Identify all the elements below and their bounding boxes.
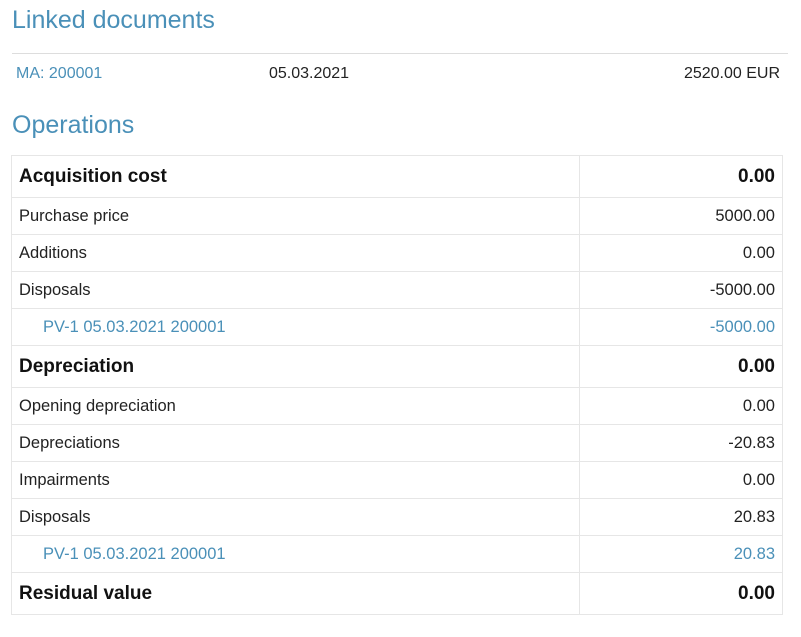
row-label: Depreciations [11, 424, 580, 462]
operations-title: Operations [12, 111, 135, 139]
table-row-purchase-price: Purchase price 5000.00 [11, 197, 783, 235]
table-row-additions: Additions 0.00 [11, 234, 783, 272]
table-row-document-link[interactable]: PV-1 05.03.2021 200001 20.83 [11, 535, 783, 573]
row-label: Acquisition cost [11, 155, 580, 198]
row-value: 0.00 [579, 387, 783, 425]
linked-document-amount: 2520.00 EUR [683, 65, 780, 82]
document-link-value: 20.83 [579, 535, 783, 573]
linked-document-link[interactable]: MA: 200001 [16, 65, 102, 83]
row-label: Residual value [11, 572, 580, 615]
table-row-opening-depreciation: Opening depreciation 0.00 [11, 387, 783, 425]
table-row-depreciation: Depreciation 0.00 [11, 345, 783, 388]
row-value: -20.83 [579, 424, 783, 462]
row-value: 0.00 [579, 155, 783, 198]
row-label: Disposals [11, 271, 580, 309]
operations-table: Acquisition cost 0.00 Purchase price 500… [11, 155, 783, 615]
table-row-acquisition-cost: Acquisition cost 0.00 [11, 155, 783, 198]
linked-document-row: MA: 200001 05.03.2021 2520.00 EUR [12, 62, 780, 86]
linked-document-date: 05.03.2021 [269, 65, 350, 82]
row-value: 20.83 [579, 498, 783, 536]
row-value: 0.00 [579, 572, 783, 615]
row-value: 0.00 [579, 461, 783, 499]
table-row-residual-value: Residual value 0.00 [11, 572, 783, 615]
divider [12, 53, 788, 54]
row-label: Opening depreciation [11, 387, 580, 425]
document-link[interactable]: PV-1 05.03.2021 200001 [43, 545, 226, 563]
linked-documents-title: Linked documents [12, 6, 215, 34]
row-label: Impairments [11, 461, 580, 499]
document-link[interactable]: PV-1 05.03.2021 200001 [43, 318, 226, 336]
row-label: Purchase price [11, 197, 580, 235]
table-row-disposals: Disposals -5000.00 [11, 271, 783, 309]
table-row-disposals-depreciation: Disposals 20.83 [11, 498, 783, 536]
row-value: -5000.00 [579, 271, 783, 309]
row-label: Additions [11, 234, 580, 272]
row-value: 0.00 [579, 234, 783, 272]
document-link-label[interactable]: PV-1 05.03.2021 200001 [11, 308, 580, 346]
document-link-label[interactable]: PV-1 05.03.2021 200001 [11, 535, 580, 573]
table-row-impairments: Impairments 0.00 [11, 461, 783, 499]
row-value: 0.00 [579, 345, 783, 388]
table-row-depreciations: Depreciations -20.83 [11, 424, 783, 462]
row-label: Disposals [11, 498, 580, 536]
row-label: Depreciation [11, 345, 580, 388]
table-row-document-link[interactable]: PV-1 05.03.2021 200001 -5000.00 [11, 308, 783, 346]
row-value: 5000.00 [579, 197, 783, 235]
document-link-value: -5000.00 [579, 308, 783, 346]
